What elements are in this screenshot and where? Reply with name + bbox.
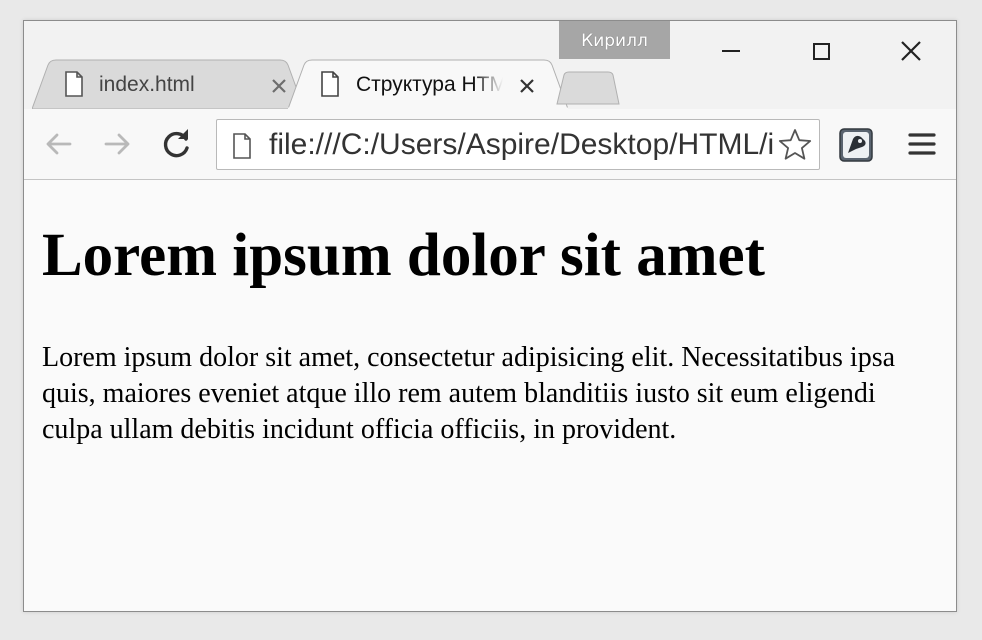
- tab-title: index.html: [99, 73, 195, 96]
- maximize-icon: [812, 42, 830, 60]
- document-icon: [233, 133, 251, 159]
- profile-button[interactable]: Кирилл: [559, 21, 670, 59]
- url-text[interactable]: file:///C:/Users/Aspire/Desktop/HTML/ind…: [269, 129, 775, 161]
- new-tab-button[interactable]: [556, 71, 620, 105]
- browser-window: Кирилл index.html Структура HTML file://…: [23, 20, 957, 612]
- minimize-icon: [722, 50, 740, 52]
- document-icon: [65, 71, 83, 97]
- arrow-right-icon[interactable]: [100, 127, 134, 161]
- tab-active[interactable]: Структура HTML: [288, 59, 568, 109]
- tab-title: Структура HTML: [356, 73, 503, 97]
- page-content: Lorem ipsum dolor sit amet Lorem ipsum d…: [24, 180, 956, 611]
- browser-toolbar: file:///C:/Users/Aspire/Desktop/HTML/ind…: [24, 109, 956, 180]
- arrow-left-icon[interactable]: [42, 127, 76, 161]
- page-paragraph: Lorem ipsum dolor sit amet, consectetur …: [42, 342, 896, 445]
- reload-icon[interactable]: [160, 127, 194, 161]
- star-icon[interactable]: [777, 127, 813, 163]
- page-heading: Lorem ipsum dolor sit amet: [42, 222, 765, 289]
- tab-close-icon[interactable]: [268, 75, 290, 97]
- address-bar[interactable]: file:///C:/Users/Aspire/Desktop/HTML/ind…: [216, 119, 820, 170]
- document-icon: [321, 71, 339, 97]
- tab-strip: index.html Структура HTML: [24, 59, 956, 109]
- extension-icon[interactable]: [838, 127, 874, 163]
- tab-index-html[interactable]: index.html: [32, 59, 304, 109]
- hamburger-menu-icon[interactable]: [907, 129, 937, 159]
- tab-close-icon[interactable]: [516, 75, 538, 97]
